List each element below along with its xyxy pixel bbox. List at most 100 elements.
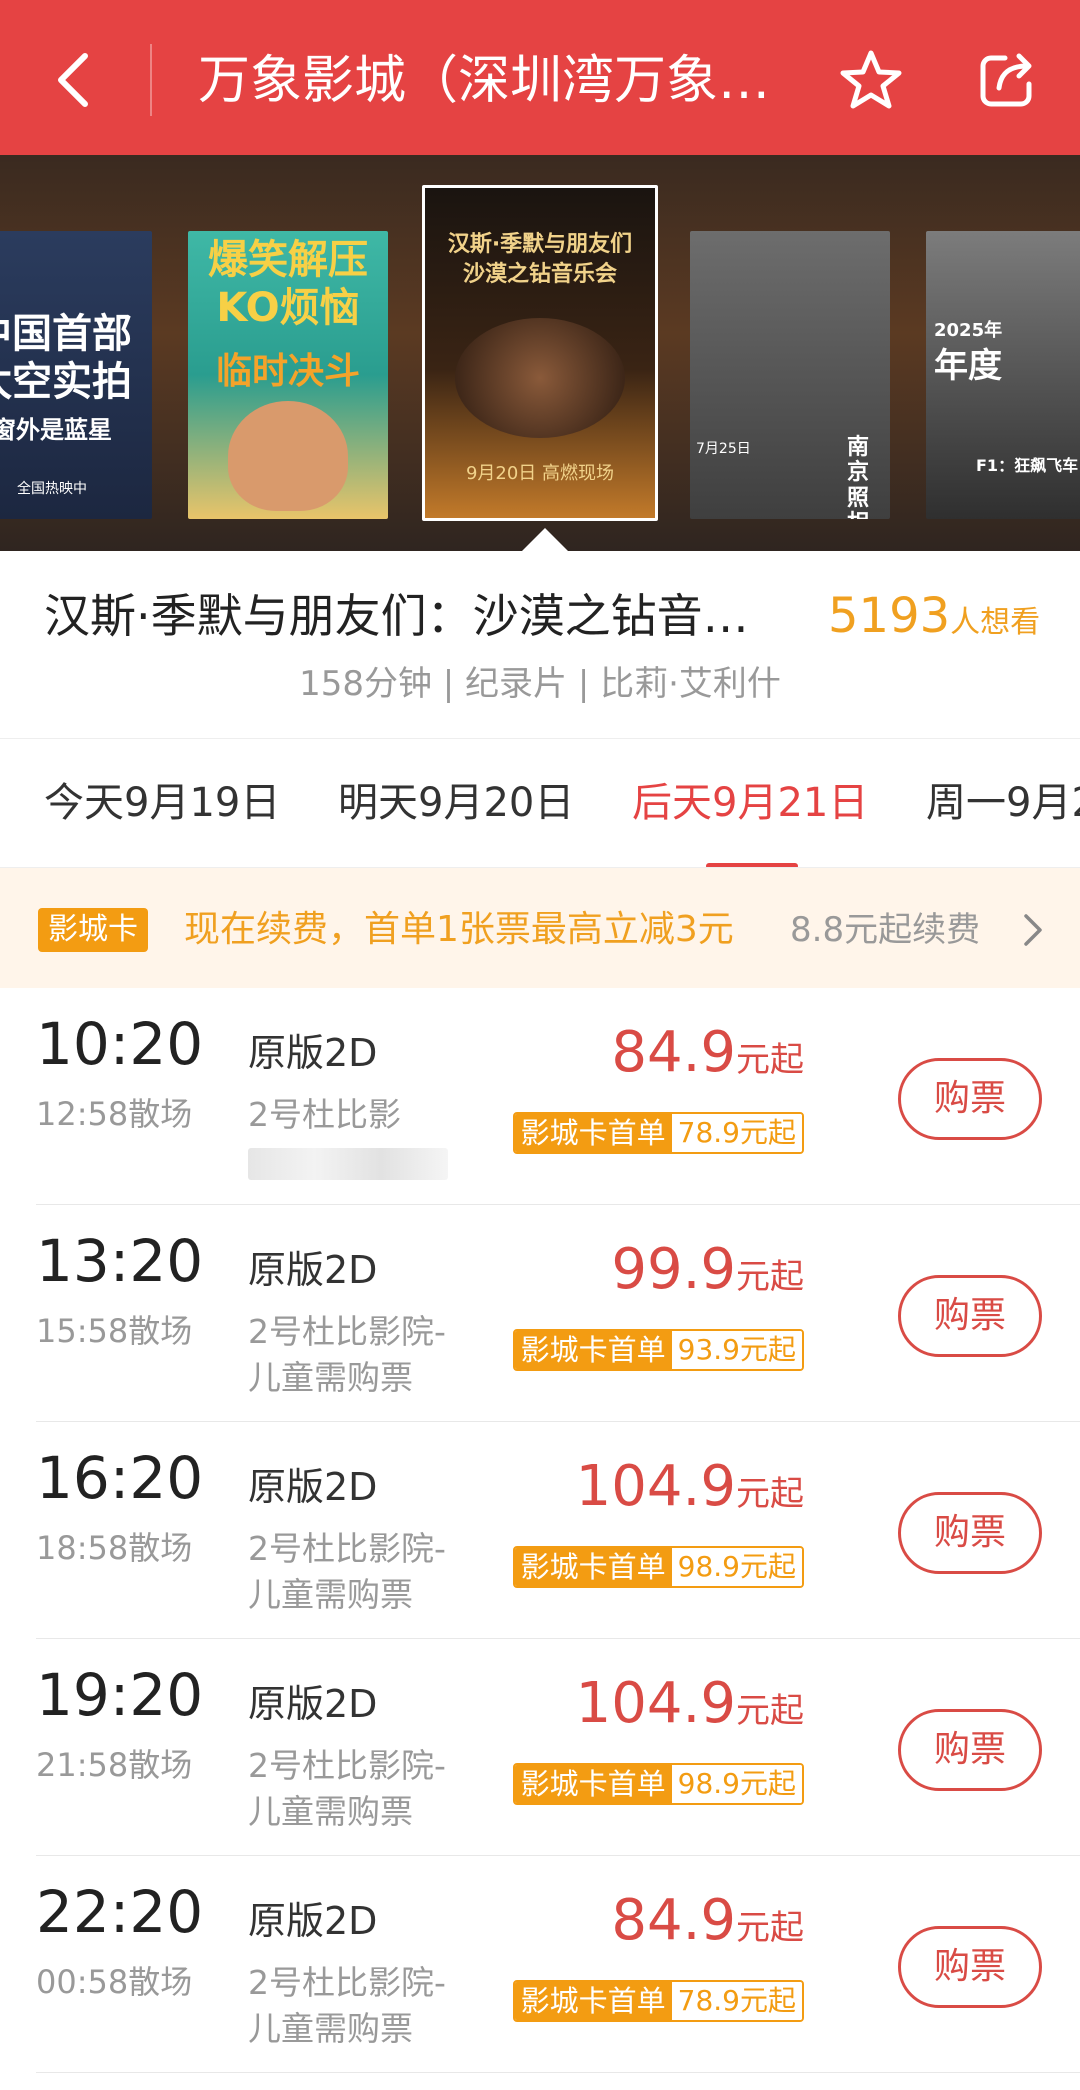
start-time: 13:20 [36,1227,204,1295]
card-price-label: 影城卡首单 [514,1765,672,1803]
poster-text: 沙漠之钻音乐会 [462,262,617,287]
buy-ticket-button[interactable]: 购票 [898,1926,1042,2008]
cinema-title: 万象影城（深圳湾万象… [198,51,771,111]
hall-name: 2号杜比影院-儿童需购票 [248,1746,446,1831]
card-price-label: 影城卡首单 [514,1114,672,1152]
poster-text: 南京照相馆 [846,435,869,519]
cinema-card-badge: 影城卡 [38,908,148,952]
hall-name: 2号杜比影院-儿童需购票 [248,1529,446,1614]
card-price-tag: 影城卡首单 93.9元起 [512,1329,804,1371]
selected-poster-indicator [521,528,569,551]
ticket-price: 104.9元起 [576,1669,804,1752]
movie-meta: 158分钟 | 纪录片 | 比莉·艾利什 [299,664,781,704]
buy-ticket-button[interactable]: 购票 [898,1709,1042,1791]
price-value: 104.9 [575,1671,736,1736]
end-time: 15:58散场 [36,1312,193,1350]
hall-name: 2号杜比影 [248,1095,401,1134]
ticket-price: 99.9元起 [611,1235,804,1318]
poster-item-selected[interactable]: 汉斯·季默与朋友们 沙漠之钻音乐会 9月20日 高燃现场 [422,185,658,521]
tab-date-monday[interactable]: 周一9月22日 [926,775,1080,831]
showtime-row: 16:20 18:58散场 原版2D 2号杜比影院-儿童需购票 104.9元起 … [36,1422,1080,1639]
share-icon [980,53,1032,107]
end-time: 12:58散场 [36,1095,193,1133]
card-price-tag: 影城卡首单 78.9元起 [512,1980,804,2022]
card-price-tag: 影城卡首单 98.9元起 [512,1546,804,1588]
poster-carousel[interactable]: 中国首部 太空实拍 窗外是蓝星 全国热映中 爆笑解压 KO烦恼 临时决斗 汉斯·… [0,155,1080,551]
movie-title: 汉斯·季默与朋友们：沙漠之钻音… [44,589,749,643]
promo-text: 现在续费，首单1张票最高立减3元 [184,909,734,950]
poster-text: 中国首部 [0,311,132,357]
card-price-tag: 影城卡首单 78.9元起 [512,1112,804,1154]
buy-ticket-button[interactable]: 购票 [898,1492,1042,1574]
card-price-tag: 影城卡首单 98.9元起 [512,1763,804,1805]
poster-face-graphic [228,401,348,511]
card-price-value: 78.9元起 [671,1114,802,1152]
start-time: 19:20 [36,1661,204,1729]
price-value: 99.9 [611,1237,736,1302]
hall-name: 2号杜比影院-儿童需购票 [248,1963,446,2048]
poster-text: KO烦恼 [216,285,360,331]
share-button[interactable] [972,40,1042,120]
want-to-watch: 5193人想看 [828,583,1040,649]
tab-date-day-after[interactable]: 后天9月21日 [632,775,868,831]
card-price-value: 98.9元起 [671,1548,802,1586]
cinema-card-promo[interactable]: 影城卡 现在续费，首单1张票最高立减3元 8.8元起续费 [0,868,1080,988]
ticket-price: 84.9元起 [611,1886,804,1969]
poster-text: 汉斯·季默与朋友们 [447,232,633,257]
want-label: 人想看 [950,605,1041,640]
poster-item[interactable]: 中国首部 太空实拍 窗外是蓝星 全国热映中 [0,231,152,519]
card-price-value: 93.9元起 [671,1331,802,1369]
showtime-row: 19:20 21:58散场 原版2D 2号杜比影院-儿童需购票 104.9元起 … [36,1639,1080,1856]
ticket-price: 104.9元起 [576,1452,804,1535]
end-time: 18:58散场 [36,1529,193,1567]
end-time: 00:58散场 [36,1963,193,2001]
price-value: 104.9 [575,1454,736,1519]
price-value: 84.9 [611,1020,736,1085]
film-format: 原版2D [248,1899,378,1943]
poster-item[interactable]: 2025年 年度 F1：狂飙飞车 [926,231,1080,519]
blurred-text [248,1148,448,1180]
promo-arrow[interactable] [1012,908,1052,952]
poster-figure-graphic [455,318,625,438]
card-price-label: 影城卡首单 [514,1548,672,1586]
renew-price-text: 8.8元起续费 [790,910,981,950]
end-time: 21:58散场 [36,1746,193,1784]
price-unit: 元起 [736,1040,804,1080]
poster-text: 太空实拍 [0,359,132,405]
poster-text: F1：狂飙飞车 [976,456,1079,475]
start-time: 22:20 [36,1878,204,1946]
start-time: 16:20 [36,1444,204,1512]
card-price-label: 影城卡首单 [514,1331,672,1369]
film-format: 原版2D [248,1031,378,1075]
movie-info[interactable]: 汉斯·季默与朋友们：沙漠之钻音… 5193人想看 158分钟 | 纪录片 | 比… [0,551,1080,737]
poster-text: 窗外是蓝星 [0,416,112,444]
hall-name: 2号杜比影院-儿童需购票 [248,1312,446,1397]
start-time: 10:20 [36,1010,204,1078]
buy-ticket-button[interactable]: 购票 [898,1275,1042,1357]
price-unit: 元起 [736,1257,804,1297]
tab-date-tomorrow[interactable]: 明天9月20日 [338,775,574,831]
price-unit: 元起 [736,1691,804,1731]
tab-date-today[interactable]: 今天9月19日 [44,775,280,831]
buy-ticket-button[interactable]: 购票 [898,1058,1042,1140]
poster-text: 2025年 [934,320,1003,341]
poster-item[interactable]: 爆笑解压 KO烦恼 临时决斗 [188,231,388,519]
card-price-value: 98.9元起 [671,1765,802,1803]
ticket-price: 84.9元起 [611,1018,804,1101]
poster-text: 9月20日 高燃现场 [465,463,615,484]
favorite-button[interactable] [836,40,906,120]
back-button[interactable] [38,40,108,120]
price-unit: 元起 [736,1908,804,1948]
poster-text: 爆笑解压 [208,237,368,283]
film-format: 原版2D [248,1682,378,1726]
price-unit: 元起 [736,1474,804,1514]
header-divider [150,44,152,116]
star-icon [840,50,902,109]
top-nav-bar: 万象影城（深圳湾万象… [0,0,1080,155]
chevron-right-icon [1024,914,1042,946]
price-value: 84.9 [611,1888,736,1953]
poster-text: 全国热映中 [17,481,87,497]
film-format: 原版2D [248,1465,378,1509]
showtime-row: 10:20 12:58散场 原版2D 2号杜比影 84.9元起 影城卡首单 78.… [36,988,1080,1205]
poster-item[interactable]: 7月25日 南京照相馆 [690,231,890,519]
